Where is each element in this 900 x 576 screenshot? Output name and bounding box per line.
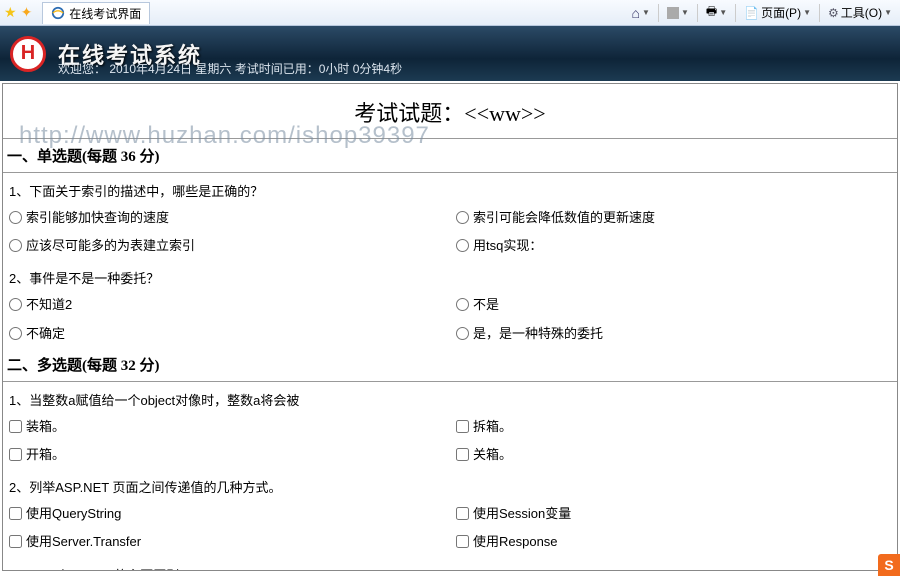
option[interactable]: 使用QueryString xyxy=(3,500,450,528)
option-label: 关箱。 xyxy=(473,446,512,464)
ime-badge[interactable]: S xyxy=(878,554,900,576)
options-group: 装箱。 拆箱。开箱。 关箱。 xyxy=(3,413,897,469)
option[interactable]: 索引能够加快查询的速度 xyxy=(3,204,450,232)
options-group: 不知道2 不是不确定 是，是一种特殊的委托 xyxy=(3,291,897,347)
radio-input[interactable] xyxy=(456,211,469,224)
question-text: 1、下面关于索引的描述中，哪些是正确的？ xyxy=(3,173,897,204)
radio-input[interactable] xyxy=(9,239,22,252)
section-heading: 一、单选题(每题 36 分) xyxy=(3,139,897,173)
checkbox-input[interactable] xyxy=(456,420,469,433)
exam-title: 考试试题：<<ww>> xyxy=(3,84,897,139)
radio-input[interactable] xyxy=(9,327,22,340)
page-menu-label: 页面(P) xyxy=(761,4,801,21)
option[interactable]: 不确定 xyxy=(3,320,450,348)
option-label: 使用Response xyxy=(473,533,558,551)
option-label: 使用Server.Transfer xyxy=(26,533,141,551)
checkbox-input[interactable] xyxy=(456,507,469,520)
checkbox-input[interactable] xyxy=(9,448,22,461)
toolbar-right: ▼ ▼ ▼ 页面(P)▼ 工具(O)▼ xyxy=(628,0,896,25)
browser-tab[interactable]: 在线考试界面 xyxy=(42,2,150,24)
radio-input[interactable] xyxy=(456,327,469,340)
toolbar-left: ★ ✦ 在线考试界面 xyxy=(4,2,150,24)
checkbox-input[interactable] xyxy=(456,535,469,548)
option[interactable]: 关箱。 xyxy=(450,441,897,469)
home-button[interactable]: ▼ xyxy=(628,3,654,23)
separator xyxy=(819,4,820,22)
options-group: 索引能够加快查询的速度 索引可能会降低数值的更新速度应该尽可能多的为表建立索引 用t… xyxy=(3,204,897,260)
page-icon xyxy=(744,6,759,20)
print-button[interactable]: ▼ xyxy=(702,0,731,25)
feeds-button[interactable]: ▼ xyxy=(663,5,693,21)
tools-menu[interactable]: 工具(O)▼ xyxy=(824,2,896,23)
option[interactable]: 不是 xyxy=(450,291,897,319)
separator xyxy=(735,4,736,22)
option-label: 索引可能会降低数值的更新速度 xyxy=(473,209,655,227)
question-text: 2、事件是不是一种委托？ xyxy=(3,260,897,291)
option[interactable]: 用tsq实现： xyxy=(450,232,897,260)
page-menu[interactable]: 页面(P)▼ xyxy=(740,2,815,23)
radio-input[interactable] xyxy=(9,298,22,311)
option[interactable]: 是，是一种特殊的委托 xyxy=(450,320,897,348)
option-label: 不是 xyxy=(473,296,499,314)
option[interactable]: 索引可能会降低数值的更新速度 xyxy=(450,204,897,232)
separator xyxy=(697,4,698,22)
app-banner: H 在线考试系统 欢迎您： 2010年4月24日 星期六 考试时间已用：0小时 … xyxy=(0,26,900,81)
option-label: 不知道2 xyxy=(26,296,72,314)
question-text: 2、列举ASP.NET 页面之间传递值的几种方式。 xyxy=(3,469,897,500)
section-heading: 二、多选题(每题 32 分) xyxy=(3,348,897,382)
welcome-bar: 欢迎您： 2010年4月24日 星期六 考试时间已用：0小时 0分钟4秒 xyxy=(58,60,402,77)
option-label: 索引能够加快查询的速度 xyxy=(26,209,169,227)
home-icon xyxy=(632,5,640,21)
option[interactable]: 开箱。 xyxy=(3,441,450,469)
favorites-icon[interactable]: ★ xyxy=(4,4,17,21)
rss-icon xyxy=(667,7,679,19)
option-label: 拆箱。 xyxy=(473,418,512,436)
options-group: 使用QueryString 使用Session变量使用Server.Transfe… xyxy=(3,500,897,556)
option[interactable]: 使用Response xyxy=(450,528,897,556)
option[interactable]: 装箱。 xyxy=(3,413,450,441)
radio-input[interactable] xyxy=(456,298,469,311)
question-text: 1、当整数a赋值给一个object对像时，整数a将会被 xyxy=(3,382,897,413)
option-label: 使用QueryString xyxy=(26,505,121,523)
separator xyxy=(658,4,659,22)
option[interactable]: 使用Server.Transfer xyxy=(3,528,450,556)
gear-icon xyxy=(828,6,839,20)
print-icon xyxy=(706,2,717,23)
add-favorite-icon[interactable]: ✦ xyxy=(21,4,33,21)
option[interactable]: 拆箱。 xyxy=(450,413,897,441)
radio-input[interactable] xyxy=(456,239,469,252)
exam-content[interactable]: http://www.huzhan.com/ishop39397 考试试题：<<… xyxy=(2,83,898,571)
option-label: 是，是一种特殊的委托 xyxy=(473,325,603,343)
option[interactable]: 使用Session变量 xyxy=(450,500,897,528)
checkbox-input[interactable] xyxy=(9,535,22,548)
browser-toolbar: ★ ✦ 在线考试界面 ▼ ▼ ▼ 页面(P)▼ 工具(O)▼ xyxy=(0,0,900,26)
option-label: 不确定 xyxy=(26,325,65,343)
option-label: 使用Session变量 xyxy=(473,505,571,523)
option-label: 应该尽可能多的为表建立索引 xyxy=(26,237,195,255)
ie-icon xyxy=(51,6,65,20)
checkbox-input[interactable] xyxy=(9,420,22,433)
logo: H xyxy=(10,36,46,72)
checkbox-input[interactable] xyxy=(456,448,469,461)
option[interactable]: 不知道2 xyxy=(3,291,450,319)
option-label: 开箱。 xyxy=(26,446,65,464)
option-label: 装箱。 xyxy=(26,418,65,436)
question-text: 3、XML 与 HTML 的主要区别？ xyxy=(3,557,897,572)
checkbox-input[interactable] xyxy=(9,507,22,520)
logo-text: H xyxy=(21,42,35,65)
radio-input[interactable] xyxy=(9,211,22,224)
tab-title: 在线考试界面 xyxy=(69,5,141,22)
option-label: 用tsq实现： xyxy=(473,237,542,255)
tools-menu-label: 工具(O) xyxy=(841,4,882,21)
option[interactable]: 应该尽可能多的为表建立索引 xyxy=(3,232,450,260)
